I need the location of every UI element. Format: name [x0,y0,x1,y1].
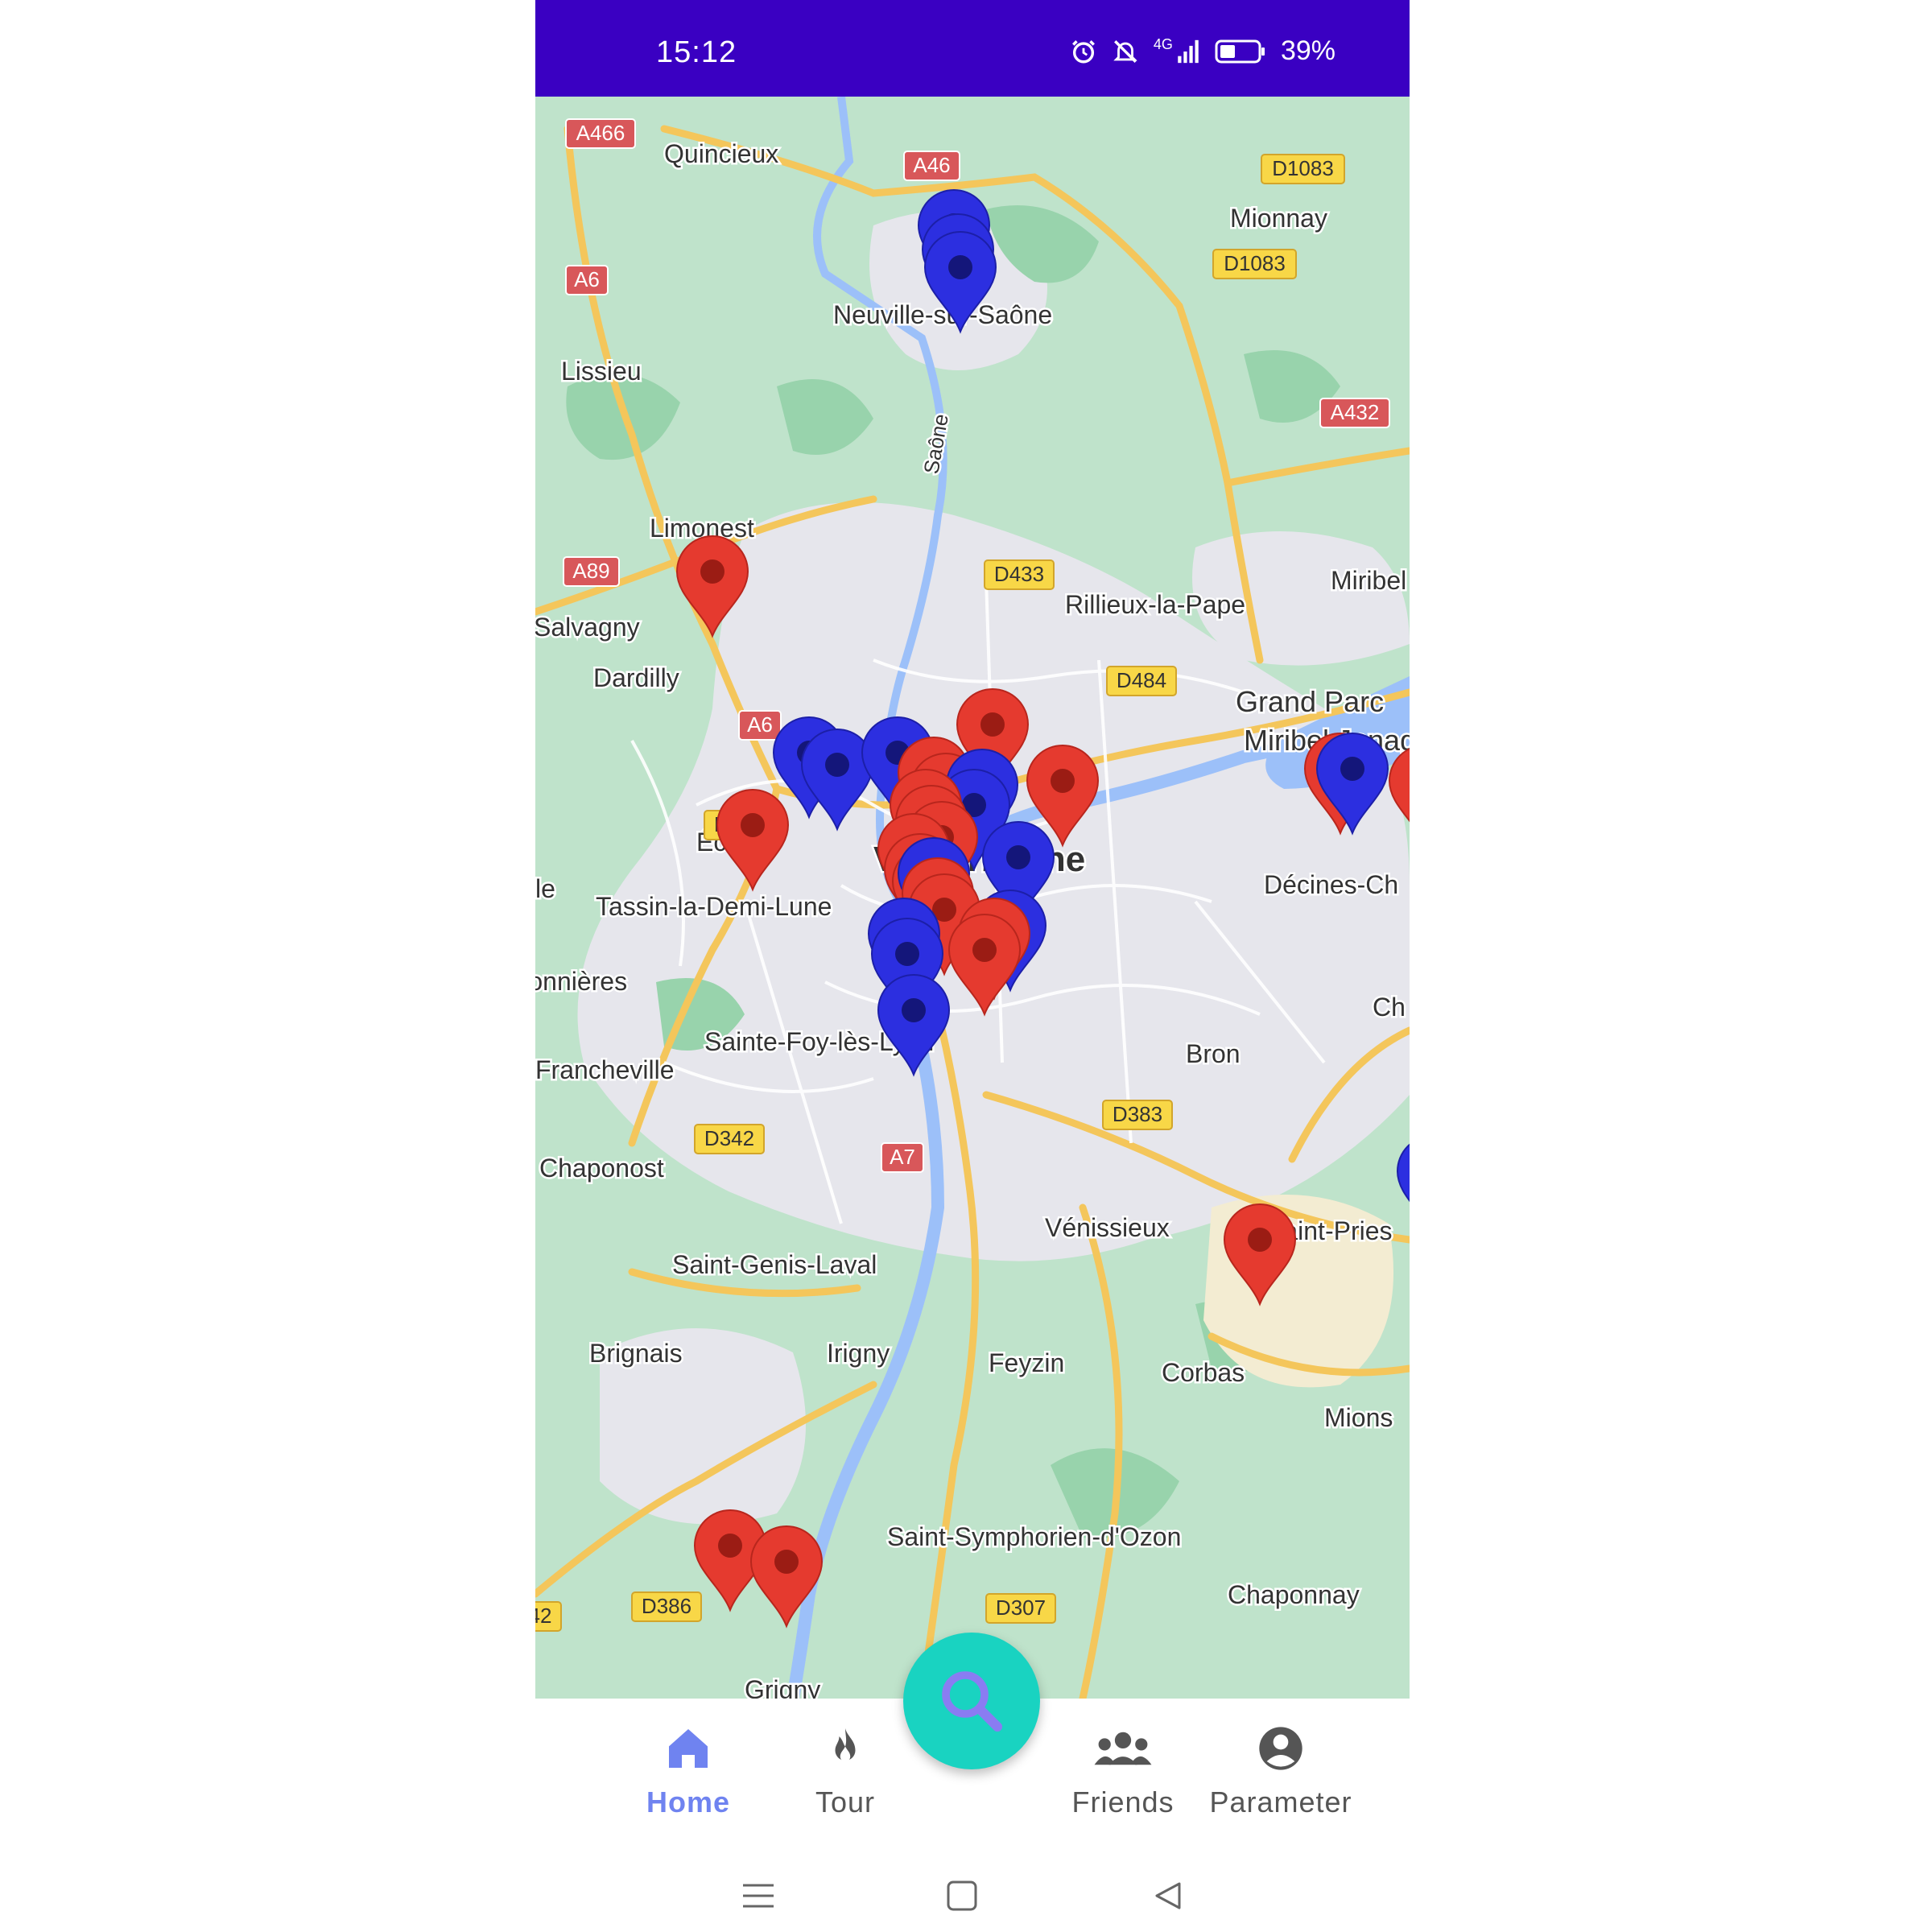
place-label: Brignais [589,1339,683,1368]
place-label: Saint-Genis-Laval [672,1250,877,1279]
place-label: Feyzin [989,1348,1064,1377]
svg-text:D342: D342 [704,1126,754,1150]
place-label: Francheville [535,1055,675,1084]
nav-label-parameter: Parameter [1209,1785,1352,1818]
road-badge: D484 [1106,666,1177,696]
battery-percent: 39% [1280,35,1335,66]
nav-item-home[interactable]: Home [600,1699,777,1860]
svg-text:D433: D433 [994,562,1044,586]
battery-icon [1215,39,1265,63]
road-badge: A7 [881,1142,924,1173]
place-label: Irigny [827,1339,890,1368]
home-square-icon[interactable] [947,1880,977,1911]
road-badge: D342 [694,1124,765,1154]
road-badge: D383 [1102,1100,1173,1130]
menu-icon[interactable] [743,1884,774,1908]
system-navigation-bar [743,1880,1181,1911]
signal-icon [1178,39,1199,63]
place-label: Salvagny [535,613,640,642]
road-badge: A46 [903,151,960,181]
place-label: Dardilly [593,663,679,692]
search-icon [942,1671,1002,1732]
svg-text:D307: D307 [996,1596,1046,1620]
svg-text:D1083: D1083 [1272,156,1334,180]
nav-label-home: Home [646,1785,731,1818]
nav-item-parameter[interactable]: Parameter [1192,1699,1369,1860]
place-label: Bonnières [535,967,627,996]
nav-label-friends: Friends [1071,1785,1174,1818]
network-type: 4G [1153,36,1173,52]
road-badge: D433 [984,559,1055,590]
place-label: Saint-Symphorien-d'Ozon [887,1522,1181,1551]
place-label: Rillieux-la-Pape [1065,590,1245,619]
place-label: Chaponnay [1228,1580,1360,1609]
back-icon[interactable] [1155,1882,1181,1909]
svg-text:D1083: D1083 [1224,251,1286,275]
phone-screen: 15:12 4G 39% Quincieux Mionnay Neuville-… [535,0,1410,1932]
svg-text:A6: A6 [574,267,600,291]
place-label: Quincieux [664,139,778,168]
account-icon [1259,1727,1302,1770]
place-label: Grand Parc [1236,685,1384,718]
place-label: Ch [1373,993,1406,1022]
road-badge: D1083 [1261,154,1345,184]
svg-text:42: 42 [535,1604,551,1628]
place-label: le [535,874,555,903]
svg-text:A6: A6 [747,712,773,737]
svg-text:A89: A89 [572,559,609,583]
place-label: Corbas [1162,1358,1245,1387]
svg-text:A7: A7 [890,1145,915,1169]
road-badge: A6 [738,710,782,741]
alarm-icon [1071,39,1095,63]
map-view[interactable]: QuincieuxMionnayNeuville-sur-SaôneLissie… [535,97,1410,1699]
place-label: Lissieu [561,357,642,386]
place-label: Décines-Ch [1264,870,1398,899]
place-label: Mionnay [1230,204,1327,233]
svg-text:A466: A466 [576,121,625,145]
place-label: Tassin-la-Demi-Lune [596,892,832,921]
place-label: Chaponost [539,1154,664,1183]
road-badge: D386 [631,1591,702,1622]
road-badge: 42 [535,1601,562,1632]
status-icons: 4G 39% [1070,35,1335,67]
status-time: 15:12 [656,35,737,69]
road-badge: A432 [1319,398,1390,428]
road-badge: A466 [565,118,636,149]
road-badge: D1083 [1212,249,1297,279]
status-bar: 15:12 4G 39% [535,0,1410,97]
place-label: Mions [1324,1403,1393,1432]
search-fab[interactable] [903,1633,1040,1769]
svg-text:D484: D484 [1117,668,1166,692]
nav-item-friends[interactable]: Friends [1034,1699,1212,1860]
nav-label-tour: Tour [815,1785,876,1818]
svg-text:D383: D383 [1113,1102,1162,1126]
svg-text:A46: A46 [913,153,950,177]
road-badge: A89 [563,556,620,587]
road-badge: D307 [985,1593,1056,1624]
road-badge: A6 [565,265,609,295]
friends-icon [1094,1732,1152,1765]
place-label: Vénissieux [1045,1213,1170,1242]
svg-text:A432: A432 [1331,400,1380,424]
home-icon [669,1729,708,1768]
place-label: Miribel [1331,566,1406,595]
svg-text:D386: D386 [642,1594,691,1618]
place-label: Bron [1186,1039,1241,1068]
bell-muted-icon [1113,39,1137,63]
flame-icon [835,1728,856,1762]
